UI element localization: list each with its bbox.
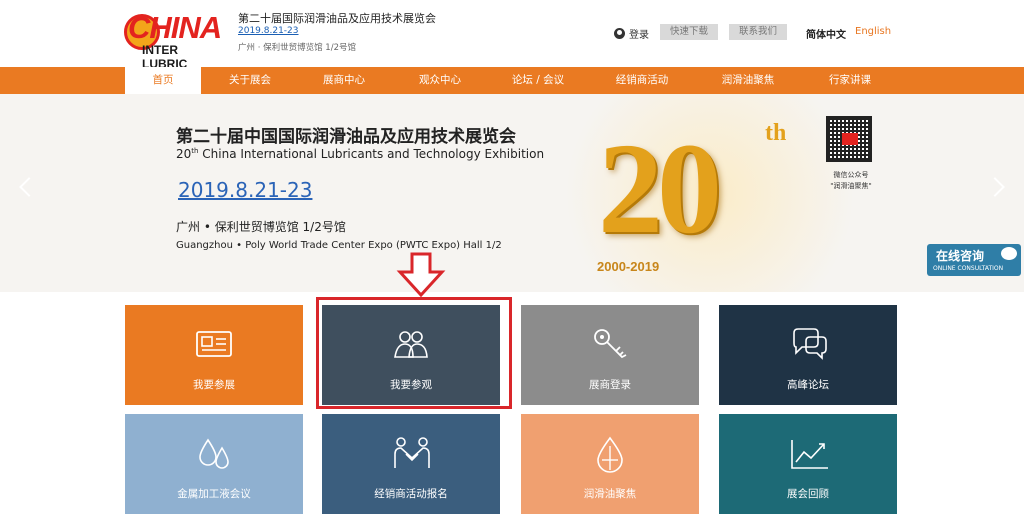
banner-date[interactable]: 2019.8.21-23 <box>178 178 312 202</box>
nav-item-visitor-center[interactable]: 观众中心 <box>402 67 478 94</box>
key-icon <box>594 329 627 359</box>
contact-us-button[interactable]: 联系我们 <box>729 24 787 40</box>
carousel-next-icon[interactable] <box>985 177 1005 197</box>
login-label: 登录 <box>629 30 649 41</box>
quick-download-button[interactable]: 快速下载 <box>660 24 718 40</box>
nav-item-expert-lectures[interactable]: 行家讲课 <box>812 67 888 94</box>
login-link[interactable]: 登录 <box>614 26 649 41</box>
tile-summit-forum-label: 高峰论坛 <box>787 379 829 391</box>
header-title: 第二十届国际润滑油品及应用技术展览会 <box>238 12 436 25</box>
line-chart-icon <box>791 440 828 469</box>
qr-code-icon <box>826 116 872 162</box>
nav-item-dealer-activities[interactable]: 经销商活动 <box>604 67 680 94</box>
tile-lube-focus[interactable]: 润滑油聚焦 <box>521 414 699 514</box>
tile-exhibition-review-label: 展会回顾 <box>787 488 829 500</box>
header-venue: 广州 · 保利世贸博览馆 1/2号馆 <box>238 43 356 53</box>
banner-20-graphic: 20 <box>598 117 722 261</box>
header-date-link[interactable]: 2019.8.21-23 <box>238 26 299 36</box>
nav-item-lube-focus[interactable]: 润滑油聚焦 <box>710 67 786 94</box>
consult-title: 在线咨询 <box>936 249 985 263</box>
banner-venue-cn: 广州 • 保利世贸博览馆 1/2号馆 <box>176 220 346 234</box>
banner-th-graphic: th <box>765 120 787 146</box>
main-nav: 首页 关于展会 展商中心 观众中心 论坛 / 会议 经销商活动 润滑油聚焦 行家… <box>0 67 1024 94</box>
site-header: CHINA INTER LUBRIC 第二十届国际润滑油品及应用技术展览会 20… <box>0 0 1024 71</box>
lang-english[interactable]: English <box>855 26 891 37</box>
banner-title-en: 20th China International Lubricants and … <box>176 147 544 161</box>
banner-title-en-num: 20 <box>176 147 192 161</box>
logo[interactable]: CHINA INTER LUBRIC <box>124 10 222 71</box>
tile-exhibitor-login-label: 展商登录 <box>589 379 631 391</box>
chat-bubble-icon <box>1001 247 1017 260</box>
consult-subtitle: ONLINE CONSULTATION <box>933 265 1004 272</box>
hero-banner[interactable]: 第二十届中国国际润滑油品及应用技术展览会 20th China Internat… <box>0 94 1024 292</box>
qr-caption-2: "润滑油聚焦" <box>830 182 872 190</box>
nav-item-home[interactable]: 首页 <box>125 67 201 94</box>
user-icon <box>614 28 625 39</box>
nav-item-exhibitor-center[interactable]: 展商中心 <box>306 67 382 94</box>
banner-years: 2000-2019 <box>597 259 660 274</box>
qr-caption-1: 微信公众号 <box>833 171 869 179</box>
logo-text-china: CHINA <box>128 10 222 45</box>
nav-item-about[interactable]: 关于展会 <box>212 67 288 94</box>
qr-badge <box>842 133 858 145</box>
chat-bubbles-icon <box>793 328 827 360</box>
down-arrow-annotation-icon <box>396 252 446 298</box>
tile-metalworking-fluid-label: 金属加工液会议 <box>177 488 251 500</box>
lang-chinese[interactable]: 简体中文 <box>806 26 846 41</box>
id-card-icon <box>196 331 232 357</box>
nav-item-forum[interactable]: 论坛 / 会议 <box>500 67 576 94</box>
tile-exhibition-review[interactable]: 展会回顾 <box>719 414 897 514</box>
droplets-icon <box>199 438 229 469</box>
highlight-box-annotation <box>316 297 512 409</box>
tile-exhibit[interactable]: 我要参展 <box>125 305 303 405</box>
tile-lube-focus-label: 润滑油聚焦 <box>583 488 637 500</box>
banner-title-en-rest: China International Lubricants and Techn… <box>198 147 545 161</box>
tile-dealer-signup-label: 经销商活动报名 <box>374 488 448 500</box>
banner-title-cn: 第二十届中国国际润滑油品及应用技术展览会 <box>176 127 516 147</box>
oil-drop-icon <box>597 436 623 473</box>
tile-metalworking-fluid[interactable]: 金属加工液会议 <box>125 414 303 514</box>
tile-exhibitor-login[interactable]: 展商登录 <box>521 305 699 405</box>
tile-dealer-signup[interactable]: 经销商活动报名 <box>322 414 500 514</box>
carousel-prev-icon[interactable] <box>19 177 39 197</box>
handshake-icon <box>394 437 430 468</box>
banner-venue-en: Guangzhou • Poly World Trade Center Expo… <box>176 240 502 251</box>
tile-summit-forum[interactable]: 高峰论坛 <box>719 305 897 405</box>
tile-exhibit-label: 我要参展 <box>193 379 235 391</box>
online-consultation-button[interactable]: 在线咨询 ONLINE CONSULTATION <box>927 244 1021 276</box>
